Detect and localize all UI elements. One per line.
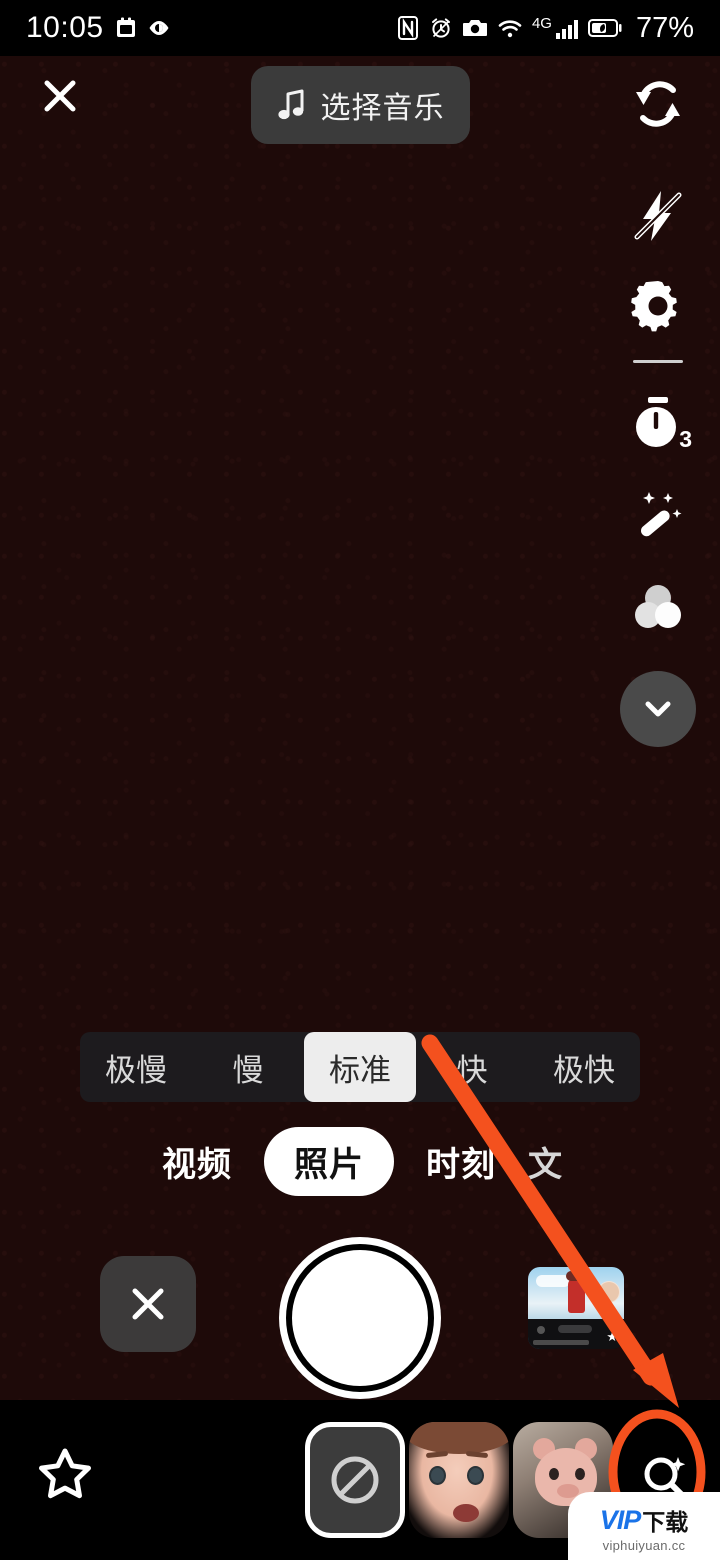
effect-thumb-brow-right (465, 1450, 489, 1459)
flash-off-icon (634, 191, 682, 241)
mode-tab-video[interactable]: 视频 (140, 1127, 254, 1196)
effect-thumb-eye-right (575, 1468, 585, 1480)
favorite-effects-button[interactable] (32, 1442, 98, 1508)
effect-thumb-eye-left (429, 1466, 446, 1485)
thumb-figure-hair (566, 1271, 588, 1281)
close-camera-button[interactable] (32, 68, 88, 124)
timer-badge-value: 3 (679, 426, 692, 452)
shutter-button[interactable] (286, 1244, 434, 1392)
speed-selector[interactable]: 极慢 慢 标准 快 极快 (80, 1032, 640, 1102)
close-icon (132, 1288, 164, 1320)
wifi-icon (498, 20, 522, 38)
effect-thumb-mouth (453, 1504, 479, 1522)
camera-icon (462, 20, 487, 36)
speed-option-4[interactable]: 极快 (528, 1032, 640, 1102)
flip-camera-icon (636, 81, 680, 127)
effect-thumb-eye-left (549, 1468, 559, 1480)
effect-none-button[interactable] (305, 1422, 405, 1538)
filters-button[interactable] (608, 561, 708, 653)
watermark: VIP 下载 viphuiyuan.cc (568, 1492, 720, 1560)
capture-mode-tabs: 视频 照片 时刻 文 (0, 1126, 720, 1196)
battery-icon (587, 19, 622, 37)
settings-gear-icon (631, 281, 677, 332)
calendar-icon (116, 17, 135, 37)
status-time: 10:05 (26, 11, 104, 44)
capture-controls: ★ (0, 1244, 720, 1392)
collapse-tools-button[interactable] (620, 671, 696, 747)
close-icon (44, 80, 76, 112)
chevron-down-icon (645, 701, 671, 717)
thumb-figure (568, 1277, 585, 1313)
beauty-wand-icon (641, 492, 682, 537)
star-icon (39, 1448, 91, 1499)
rail-divider (633, 360, 683, 363)
camera-settings-button[interactable] (608, 262, 708, 354)
thumb-ui-dot (537, 1326, 545, 1334)
status-bar: 10:05 4G 77% (0, 0, 720, 56)
gallery-thumbnail[interactable]: ★ (528, 1267, 624, 1349)
watermark-brand: VIP (599, 1504, 642, 1535)
thumb-avatar (598, 1281, 620, 1303)
alarm-icon (431, 18, 450, 38)
thumb-star-icon: ★ (606, 1329, 618, 1344)
thumb-ui-pill (558, 1325, 592, 1333)
watermark-brand-row: VIP 下载 (600, 1503, 689, 1537)
mode-tab-moment[interactable]: 时刻 (404, 1127, 518, 1196)
status-right-icons: 4G 77% (396, 12, 694, 45)
effect-thumb-eye-right (467, 1466, 484, 1485)
cancel-capture-button[interactable] (100, 1256, 196, 1352)
no-effect-icon (331, 1456, 379, 1504)
camera-app-screen: 10:05 4G 77% 选择音乐 3 极慢 慢 标准 快 极快 视频 照片 时… (0, 0, 720, 1560)
select-music-button[interactable]: 选择音乐 (251, 66, 470, 144)
thumb-cloud (536, 1275, 570, 1287)
flip-camera-button[interactable] (620, 66, 696, 142)
select-music-label: 选择音乐 (320, 92, 445, 125)
status-left-icons (114, 16, 171, 40)
music-note-icon (277, 89, 303, 120)
filters-icon (635, 585, 681, 628)
camera-tools-rail: 3 (608, 170, 708, 747)
flash-off-button[interactable] (608, 170, 708, 262)
watermark-suffix: 下载 (642, 1509, 689, 1535)
mode-tab-photo[interactable]: 照片 (264, 1126, 394, 1196)
timer-button[interactable]: 3 (608, 377, 708, 469)
watermark-url: viphuiyuan.cc (602, 1538, 686, 1553)
camera-top-bar: 选择音乐 (0, 56, 720, 156)
eye-care-icon (149, 21, 169, 35)
nfc-icon (397, 16, 418, 40)
speed-option-3[interactable]: 快 (416, 1032, 528, 1102)
speed-option-0[interactable]: 极慢 (80, 1032, 192, 1102)
thumb-ui-text (533, 1340, 589, 1345)
speed-option-1[interactable]: 慢 (192, 1032, 304, 1102)
effect-thumb-hair (409, 1422, 509, 1454)
signal-icon: 4G (532, 16, 579, 40)
mode-tab-text[interactable]: 文 (528, 1127, 580, 1196)
network-type-label: 4G (531, 15, 552, 32)
effect-girl-face-button[interactable] (409, 1422, 509, 1538)
beauty-button[interactable] (608, 469, 708, 561)
effect-thumb-brow-left (425, 1450, 449, 1459)
speed-option-2[interactable]: 标准 (304, 1032, 416, 1102)
battery-percent: 77% (635, 11, 694, 44)
